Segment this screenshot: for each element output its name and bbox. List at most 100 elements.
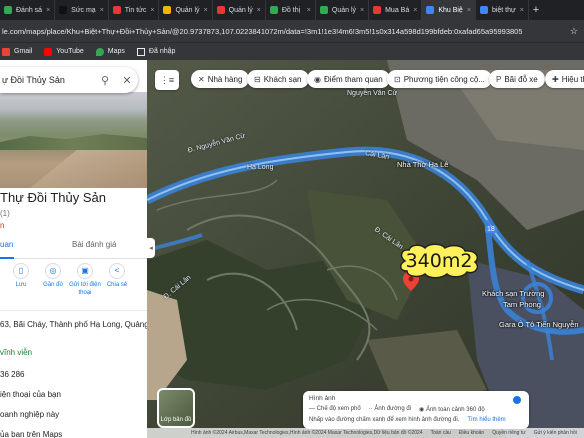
tab-favicon-icon	[479, 6, 488, 14]
bookmark-imported[interactable]: Đã nhập	[136, 47, 176, 56]
tab-label: Quản lý	[331, 6, 356, 14]
footer-privacy[interactable]: Quyền riêng tư	[492, 430, 525, 436]
tab-close-icon[interactable]: ×	[257, 7, 261, 14]
chip-camera[interactable]: ◉ Điểm tham quan	[307, 70, 390, 88]
legend-item: — Chế độ xem phố	[309, 406, 361, 412]
tab-close-icon[interactable]: ×	[204, 7, 208, 14]
area-annotation: 340m2	[395, 243, 483, 279]
poi-label[interactable]: Tam Phong	[503, 300, 541, 309]
browser-tab[interactable]: Quản lý ×	[316, 0, 370, 20]
tab-favicon-icon	[426, 6, 435, 14]
folder-icon	[136, 47, 145, 56]
tab-close-icon[interactable]: ×	[150, 7, 154, 14]
pharmacy-icon: ✚	[552, 74, 559, 84]
search-box[interactable]: ự Đồi Thủy Sản ⚲ ✕	[0, 67, 138, 93]
chip-transit[interactable]: ⊡ Phương tiện công cộ...	[387, 70, 493, 88]
search-icon[interactable]: ⚲	[94, 74, 116, 87]
bookmark-gmail[interactable]: Gmail	[2, 47, 32, 56]
send-to-phone-text[interactable]: iện thoại của bạn	[0, 390, 61, 399]
action-label: Gửi tới điện thoại	[69, 282, 101, 296]
browser-tab[interactable]: Tin tức ×	[109, 0, 160, 20]
browser-tab[interactable]: Mua Bá ×	[369, 0, 423, 20]
chip-hotel[interactable]: ⊟ Khách sạn	[247, 70, 309, 88]
tab-close-icon[interactable]: ×	[467, 7, 471, 14]
attribution-text: Hình ảnh ©2024 Airbus,Maxar Technologies…	[191, 430, 423, 436]
footer-global[interactable]: Toàn cầu	[431, 430, 451, 436]
tab-favicon-icon	[216, 6, 225, 14]
photo-hill	[0, 134, 147, 150]
chip-label: Phương tiện công cộ...	[403, 74, 486, 84]
chip-parking[interactable]: P Bãi đỗ xe	[489, 70, 545, 88]
transit-icon: ⊡	[394, 74, 401, 84]
tab-close-icon[interactable]: ×	[100, 7, 104, 14]
close-icon[interactable]: ✕	[116, 74, 138, 87]
browser-tab[interactable]: Đồ thị ×	[266, 0, 316, 20]
action-bookmark[interactable]: ▯ Lưu	[4, 263, 38, 289]
tab-favicon-icon	[59, 6, 68, 14]
claim-business-text[interactable]: oanh nghiệp này	[0, 410, 59, 419]
plus-code-text[interactable]: vĩnh viễn	[0, 348, 32, 357]
address-bar: le.com/maps/place/Khu+Biệt+Thự+Đồi+Thủy+…	[0, 20, 584, 42]
address-text[interactable]: 63, Bãi Cháy, Thành phố Hạ Long, Quảng	[0, 320, 147, 329]
url-actions: ☆	[570, 26, 584, 37]
layers-button[interactable]: Lớp bản đồ	[157, 388, 195, 428]
new-tab-icon[interactable]: +	[533, 4, 539, 16]
action-nearby[interactable]: ◎ Gần đó	[36, 263, 70, 289]
chip-label: Bãi đỗ xe	[504, 74, 538, 84]
legend-item: ◉ Ảnh toàn cảnh 360 độ	[419, 407, 485, 413]
learn-more-link[interactable]: Tìm hiểu thêm	[467, 417, 505, 423]
bookmark-maps[interactable]: Maps	[95, 47, 125, 56]
poi-label[interactable]: Gara Ô Tô Tiến Nguyễn	[499, 320, 579, 329]
tab-label: Quản lý	[228, 6, 253, 14]
tab-label: Đồ thị	[281, 6, 301, 14]
browser-tab[interactable]: Quản lý ×	[213, 0, 266, 20]
parking-icon: P	[496, 74, 502, 84]
tab-reviews[interactable]: Bài đánh giá	[72, 240, 116, 249]
tab-close-icon[interactable]: ×	[360, 7, 364, 14]
chip-restaurant[interactable]: ✕ Nhà hàng	[191, 70, 250, 88]
browser-tab[interactable]: biệt thự ×	[476, 0, 529, 20]
gmail-icon	[2, 47, 10, 56]
category-chips: ✕ Nhà hàng ⊟ Khách sạn ◉ Điểm tham quan ⊡ Phươn…	[147, 68, 584, 92]
url-field[interactable]: le.com/maps/place/Khu+Biệt+Thự+Đồi+Thủy+…	[0, 27, 522, 36]
browser-tab[interactable]: Quản lý ×	[159, 0, 213, 20]
hotel-icon: ⊟	[254, 74, 261, 84]
phone-text[interactable]: 36 286	[0, 370, 24, 379]
bookmark-youtube[interactable]: YouTube	[44, 47, 84, 56]
phone-send-icon: ▣	[77, 263, 93, 279]
more-text[interactable]: ủa ban trên Maps	[0, 430, 62, 438]
browser-tab[interactable]: Khu Biệ ×	[422, 0, 476, 20]
footer-terms[interactable]: Điều khoản	[459, 430, 484, 436]
footer-feedback[interactable]: Gửi ý kiến phản hồi	[534, 430, 577, 436]
tab-close-icon[interactable]: ×	[413, 7, 417, 14]
tab-label: Khu Biệ	[438, 6, 463, 14]
legend-item: ·· Ảnh đường đi	[368, 406, 412, 412]
search-input[interactable]: ự Đồi Thủy Sản	[0, 75, 94, 85]
poi-label[interactable]: Nhà Thờ Hạ Lê	[397, 160, 448, 169]
tab-label: Tin tức	[124, 6, 147, 14]
chip-pharmacy[interactable]: ✚Hiệu thu	[545, 70, 584, 88]
action-share[interactable]: < Chia sẻ	[100, 263, 134, 289]
poi-label[interactable]: Khách sạn Trường	[482, 289, 544, 298]
legend-toggle[interactable]	[513, 396, 521, 404]
satellite-imagery	[147, 60, 584, 438]
review-count[interactable]: (1)	[0, 209, 10, 218]
bookmark-star-icon[interactable]: ☆	[570, 26, 578, 37]
action-row: ▯ Lưu ◎ Gần đó ▣ Gửi tới điện thoại < Chia sẻ	[0, 263, 147, 305]
bookmark-label: Đã nhập	[148, 48, 176, 55]
route-shield: 18	[485, 226, 497, 233]
browser-tab[interactable]: Đánh sá ×	[0, 0, 56, 20]
bookmark-label: Maps	[107, 48, 125, 55]
satellite-map[interactable]: 340m2 Nhà Thờ Hạ Lê Khách sạn Trường Tam…	[147, 60, 584, 438]
place-photo[interactable]	[0, 92, 147, 188]
action-label: Gần đó	[43, 282, 63, 288]
action-phone-send[interactable]: ▣ Gửi tới điện thoại	[68, 263, 102, 297]
tab-close-icon[interactable]: ×	[520, 7, 524, 14]
tab-overview[interactable]: uan	[0, 240, 13, 249]
tab-close-icon[interactable]: ×	[307, 7, 311, 14]
place-panel: ự Đồi Thủy Sản ⚲ ✕ Thự Đồi Thủy Sản (1) …	[0, 60, 147, 438]
collapse-panel-button[interactable]: ◂	[147, 238, 155, 258]
tab-close-icon[interactable]: ×	[46, 7, 50, 14]
chip-label: Khách sạn	[263, 74, 302, 84]
browser-tab[interactable]: Sức mạ ×	[55, 0, 109, 20]
